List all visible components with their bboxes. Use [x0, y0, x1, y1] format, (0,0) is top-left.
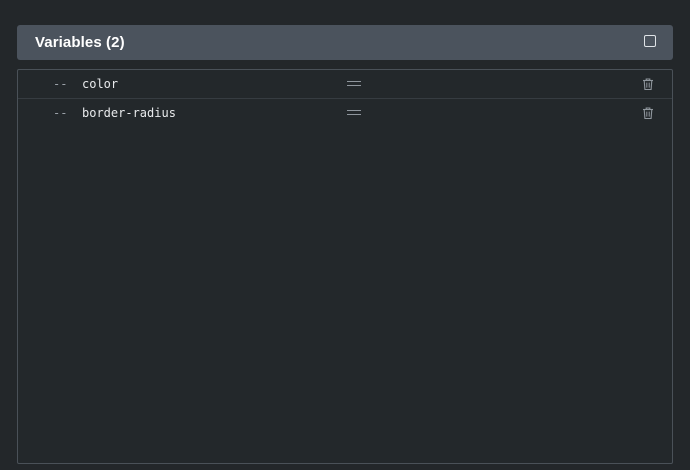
variable-name[interactable]: color [82, 77, 118, 91]
drag-handle-icon[interactable] [347, 109, 361, 115]
drag-handle-icon[interactable] [347, 80, 361, 86]
checkbox-icon[interactable] [644, 35, 656, 47]
variable-row: -- color [18, 70, 672, 99]
variable-prefix: -- [53, 106, 68, 120]
variables-list: -- color -- border-radius [17, 69, 673, 464]
variable-prefix: -- [53, 77, 68, 91]
trash-icon[interactable] [641, 106, 655, 120]
trash-icon[interactable] [641, 77, 655, 91]
variable-row: -- border-radius [18, 99, 672, 128]
variable-name[interactable]: border-radius [82, 106, 176, 120]
panel-title: Variables (2) [35, 34, 125, 51]
variables-panel-header[interactable]: Variables (2) [17, 25, 673, 60]
